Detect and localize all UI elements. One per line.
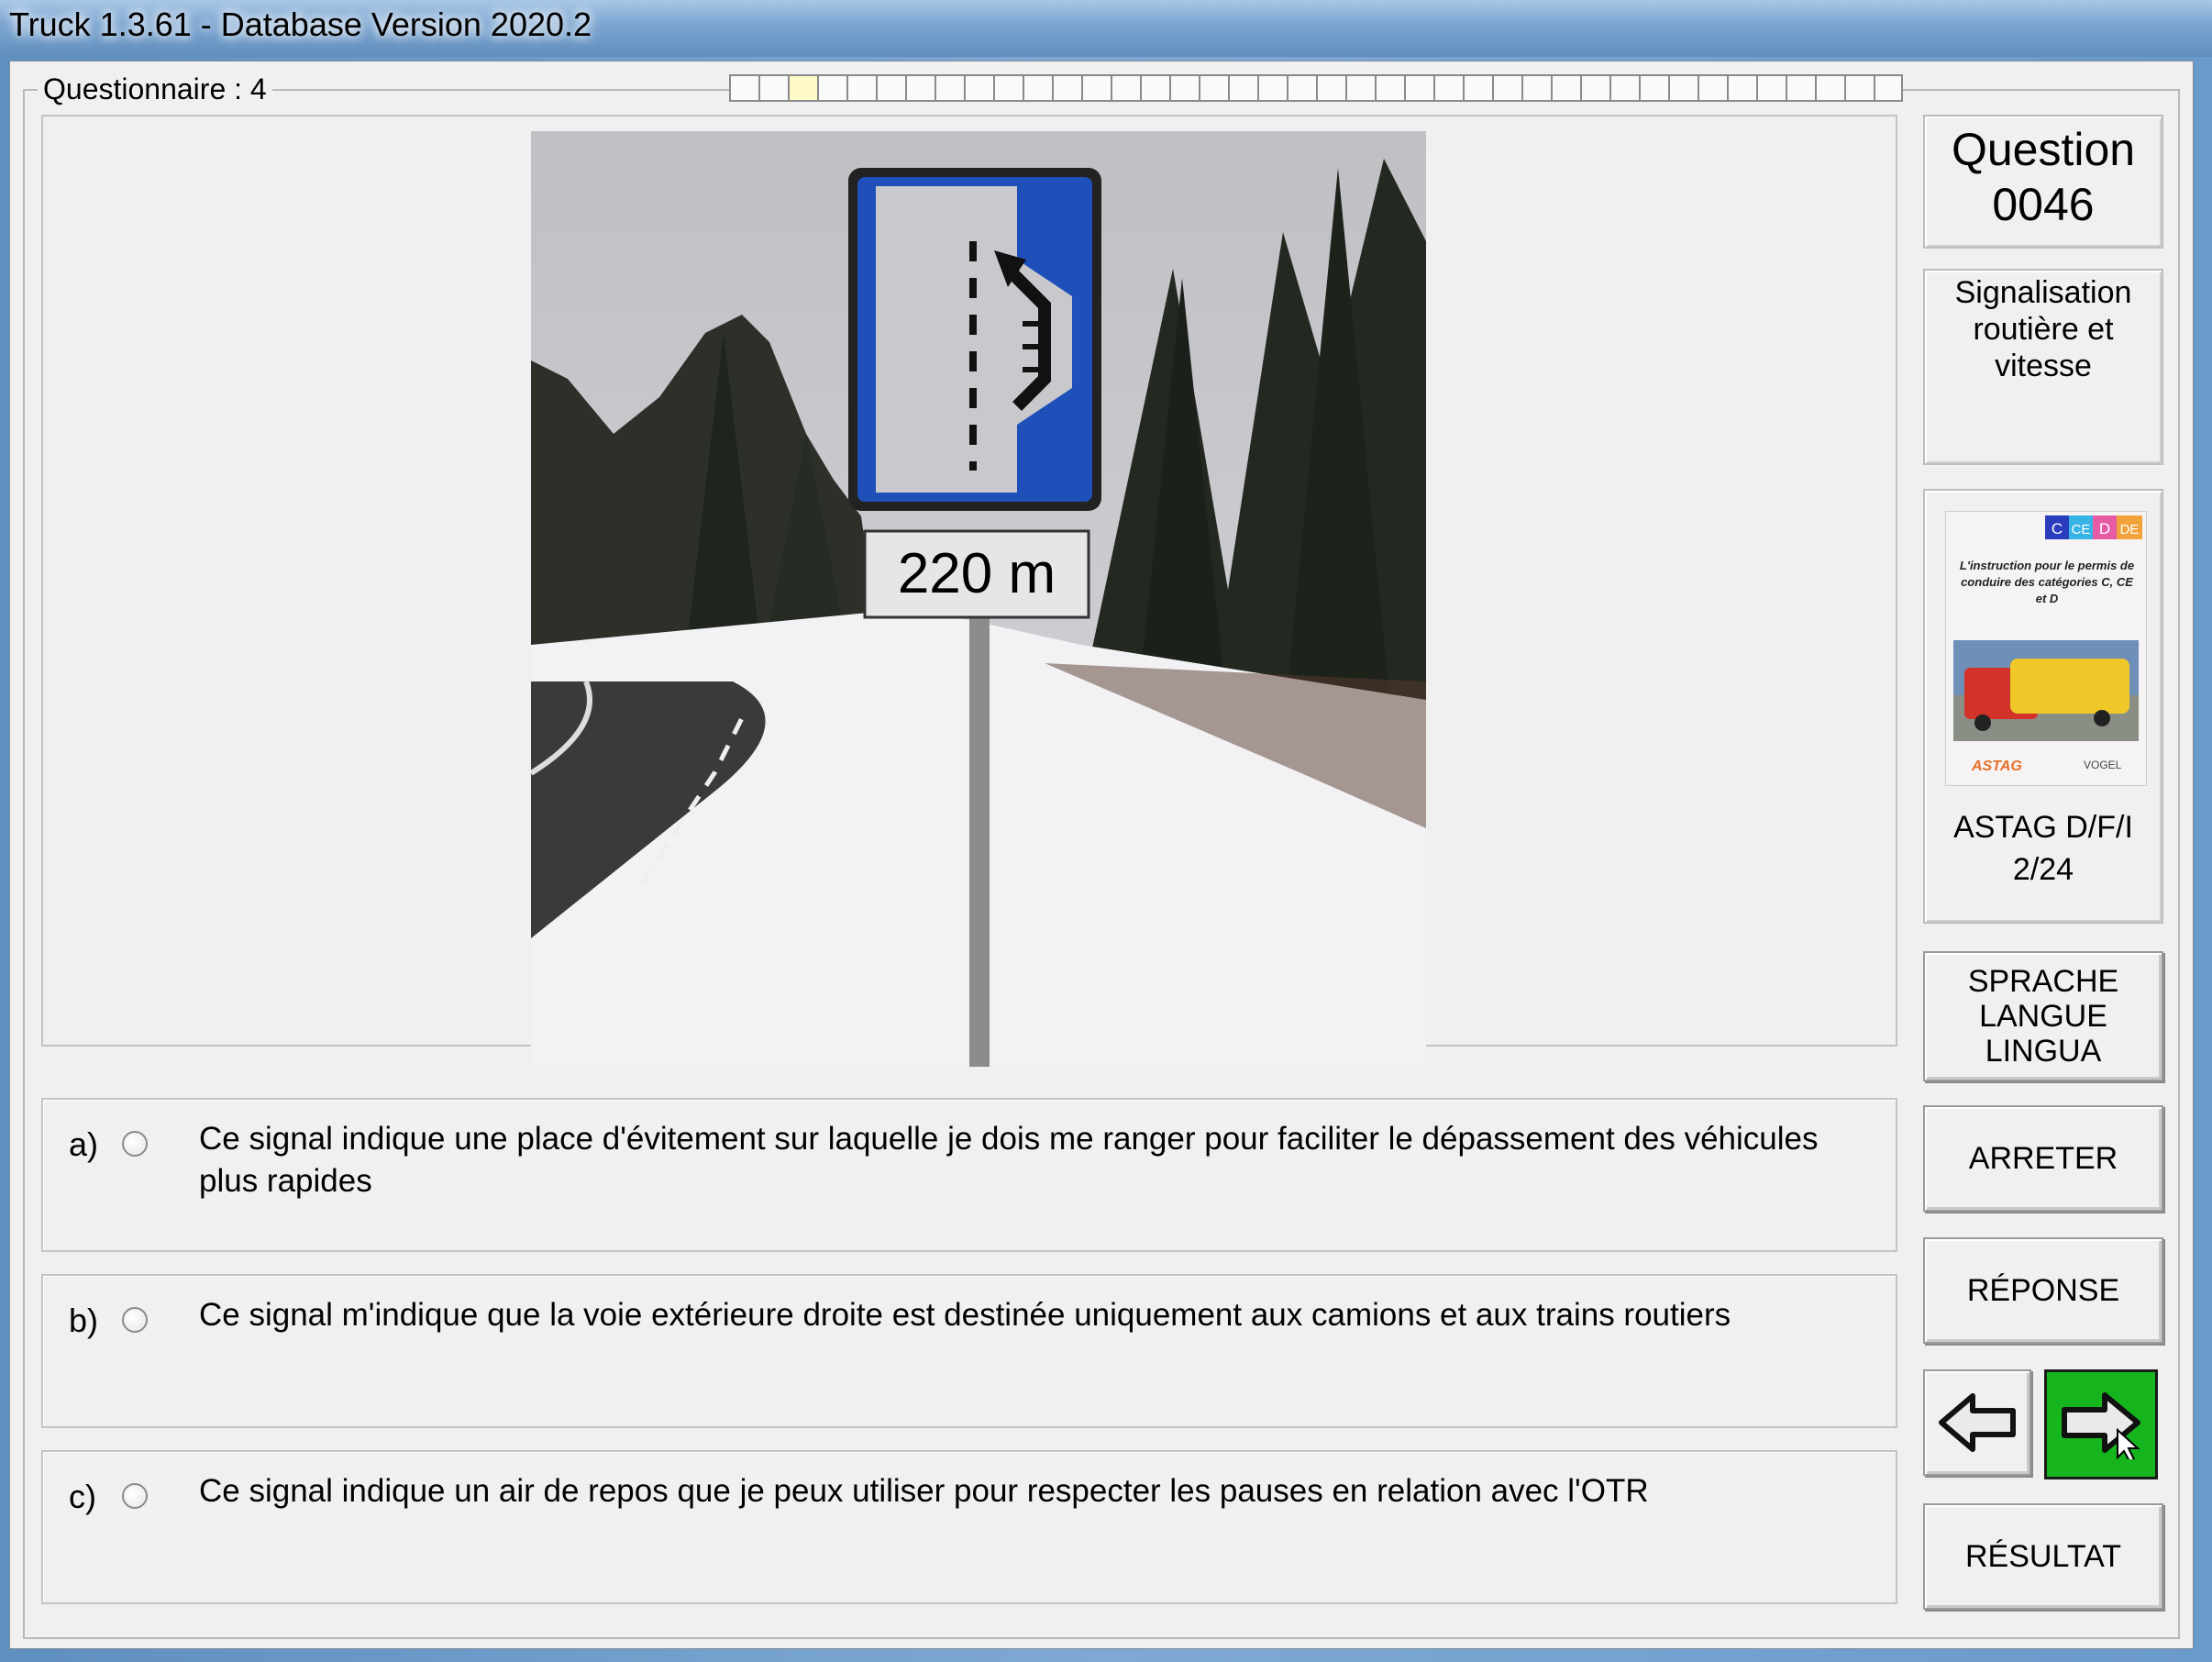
stop-button[interactable]: ARRETER	[1923, 1105, 2163, 1212]
progress-cell	[1756, 74, 1786, 102]
category-box: Signalisation routière et vitesse	[1923, 269, 2163, 465]
progress-cell	[1874, 74, 1903, 102]
answer-button-label: RÉPONSE	[1966, 1273, 2120, 1308]
question-number-box: Question 0046	[1923, 115, 2163, 249]
progress-cell	[1639, 74, 1668, 102]
progress-cell	[729, 74, 758, 102]
answer-text: Ce signal indique un air de repos que je…	[199, 1473, 1649, 1509]
sign-distance-text: 220 m	[898, 542, 1056, 605]
book-cover-image: C CE D DE L'instruction pour le permis d…	[1945, 511, 2147, 786]
progress-cell	[1815, 74, 1844, 102]
progress-cell	[1668, 74, 1698, 102]
questionnaire-label: Questionnaire : 4	[38, 72, 272, 106]
book-cover-text: L'instruction pour le permis de conduire…	[1959, 559, 2135, 605]
progress-cell	[1287, 74, 1316, 102]
badge-d: D	[2099, 520, 2110, 537]
result-button[interactable]: RÉSULTAT	[1923, 1503, 2163, 1610]
progress-cell	[846, 74, 876, 102]
progress-cell	[1140, 74, 1169, 102]
progress-cell	[1551, 74, 1580, 102]
progress-cell	[876, 74, 905, 102]
question-number: 0046	[1992, 179, 2095, 230]
progress-cell	[1433, 74, 1463, 102]
progress-cell	[1521, 74, 1551, 102]
progress-cell	[1316, 74, 1345, 102]
category-label: Signalisation routière et vitesse	[1954, 275, 2132, 383]
question-photo: 220 m	[531, 131, 1426, 1067]
answer-letter: c)	[69, 1478, 96, 1515]
badge-c: C	[2052, 520, 2063, 537]
progress-cell	[1492, 74, 1521, 102]
language-button[interactable]: SPRACHE LANGUE LINGUA	[1923, 951, 2163, 1081]
question-image-panel: 220 m	[41, 115, 1897, 1067]
title-bar[interactable]: Truck 1.3.61 - Database Version 2020.2	[0, 0, 2212, 57]
answer-c-panel[interactable]: c) Ce signal indique un air de repos que…	[41, 1450, 1897, 1604]
progress-cell	[1052, 74, 1081, 102]
language-button-label: SPRACHE LANGUE LINGUA	[1967, 964, 2119, 1069]
progress-cell	[1169, 74, 1199, 102]
arrow-right-icon	[2062, 1392, 2140, 1459]
progress-cell	[1228, 74, 1257, 102]
book-label-line1: ASTAG D/F/I	[1953, 810, 2133, 845]
progress-cell	[1463, 74, 1492, 102]
progress-cell	[1727, 74, 1756, 102]
reference-book-box: C CE D DE L'instruction pour le permis d…	[1923, 489, 2163, 924]
answer-a-panel[interactable]: a) Ce signal indique une place d'éviteme…	[41, 1098, 1897, 1252]
progress-cell	[993, 74, 1023, 102]
progress-cell	[905, 74, 935, 102]
result-button-label: RÉSULTAT	[1964, 1539, 2122, 1574]
answer-button[interactable]: RÉPONSE	[1923, 1237, 2163, 1344]
answer-c-radio[interactable]	[122, 1483, 148, 1509]
progress-cell	[1609, 74, 1639, 102]
window-title: Truck 1.3.61 - Database Version 2020.2	[9, 6, 592, 43]
question-title: Question	[1951, 124, 2136, 175]
progress-cell	[1580, 74, 1609, 102]
answer-text: Ce signal indique une place d'évitement …	[199, 1121, 1819, 1199]
stop-button-label: ARRETER	[1968, 1141, 2118, 1176]
progress-cell	[964, 74, 993, 102]
answer-b-radio[interactable]	[122, 1307, 148, 1333]
question-progress-bar	[729, 74, 1903, 105]
badge-de: DE	[2120, 522, 2140, 537]
progress-cell	[1199, 74, 1228, 102]
answer-letter: b)	[69, 1302, 99, 1339]
app-window: Truck 1.3.61 - Database Version 2020.2 Q…	[0, 0, 2212, 1662]
progress-cell	[935, 74, 964, 102]
answer-b-panel[interactable]: b) Ce signal m'indique que la voie extér…	[41, 1274, 1897, 1428]
progress-cell	[788, 74, 817, 102]
publisher-vogel-logo: VOGEL	[2084, 759, 2122, 771]
progress-cell	[1111, 74, 1140, 102]
previous-button[interactable]	[1923, 1369, 2031, 1476]
progress-cell	[1375, 74, 1404, 102]
answer-text: Ce signal m'indique que la voie extérieu…	[199, 1297, 1731, 1333]
badge-ce: CE	[2072, 522, 2091, 537]
book-label-line2: 2/24	[2012, 852, 2074, 887]
progress-cell	[1786, 74, 1815, 102]
next-button[interactable]	[2044, 1369, 2158, 1479]
arrow-left-icon	[1939, 1393, 2016, 1452]
publisher-astag-logo: ASTAG	[1971, 759, 2022, 774]
progress-cell	[1257, 74, 1287, 102]
progress-cell	[758, 74, 788, 102]
book-label: ASTAG D/F/I 2/24	[1925, 806, 2162, 891]
progress-cell	[817, 74, 846, 102]
progress-cell	[1023, 74, 1052, 102]
client-area: Questionnaire : 4 220 m a) Ce signal ind…	[9, 61, 2194, 1649]
progress-cell	[1404, 74, 1433, 102]
progress-cell	[1081, 74, 1111, 102]
progress-cell	[1844, 74, 1874, 102]
answer-a-radio[interactable]	[122, 1131, 148, 1157]
answer-letter: a)	[69, 1125, 99, 1163]
progress-cell	[1345, 74, 1375, 102]
progress-cell	[1698, 74, 1727, 102]
